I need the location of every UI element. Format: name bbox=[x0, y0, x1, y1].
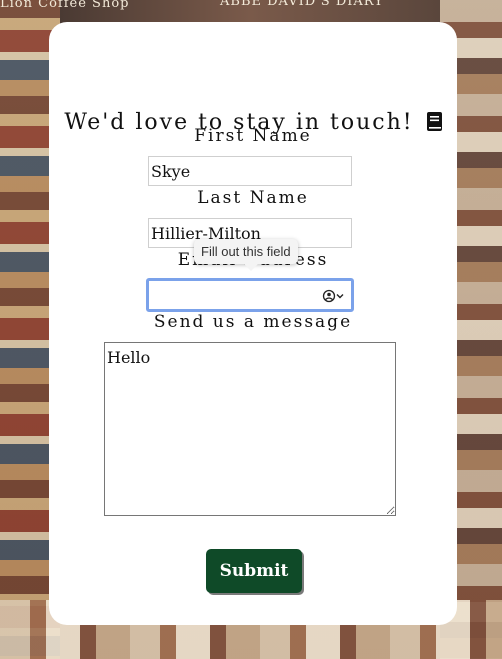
background-book-title-top: ABBE DAVID'S DIARY bbox=[220, 0, 384, 9]
first-name-label: First Name bbox=[194, 126, 312, 146]
email-input[interactable] bbox=[149, 281, 323, 311]
message-label: Send us a message bbox=[153, 312, 353, 332]
background-book-title-left: Lion Coffee Shop bbox=[0, 0, 130, 11]
last-name-label: Last Name bbox=[197, 188, 309, 208]
validation-tooltip: Fill out this field bbox=[194, 239, 298, 271]
first-name-input[interactable] bbox=[148, 156, 352, 186]
message-textarea[interactable]: Hello bbox=[104, 342, 396, 516]
submit-button[interactable]: Submit bbox=[206, 549, 302, 593]
contact-autofill-icon[interactable] bbox=[321, 288, 347, 304]
email-field[interactable] bbox=[146, 278, 354, 312]
contact-card: We'd love to stay in touch! First Name L… bbox=[49, 22, 457, 625]
